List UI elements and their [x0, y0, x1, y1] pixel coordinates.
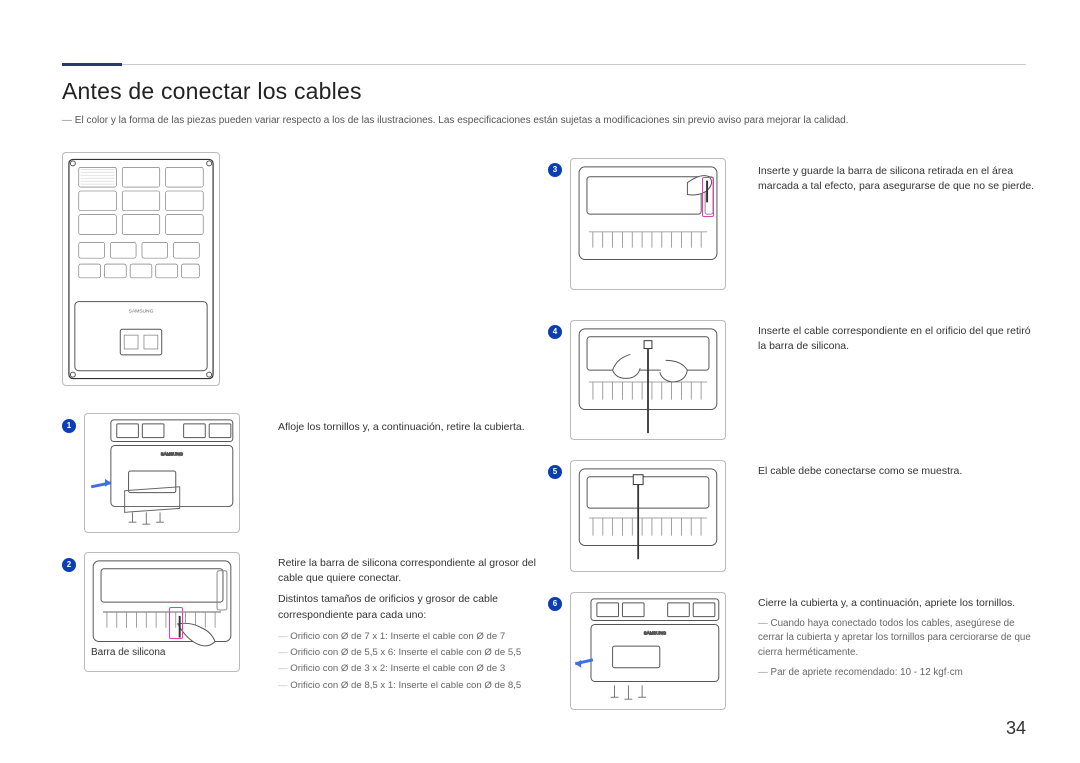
step-number-2: 2: [62, 558, 76, 572]
figure-step-4: [570, 320, 726, 440]
caption-silicon: Barra de silicona: [91, 647, 165, 658]
step-1-text: Afloje los tornillos y, a continuación, …: [278, 420, 534, 435]
step-6-note1: Cuando haya conectado todos los cables, …: [758, 617, 1036, 660]
step-number-1: 1: [62, 419, 76, 433]
step-2-l2: Orificio con Ø de 5,5 x 6: Inserte el ca…: [278, 645, 538, 661]
step-6-text: Cierre la cubierta y, a continuación, ap…: [758, 596, 1036, 680]
document-page: Antes de conectar los cables El color y …: [0, 0, 1080, 763]
figure-panel: SAMSUNG: [62, 152, 220, 386]
step-number-5: 5: [548, 465, 562, 479]
step-4-body: Inserte el cable correspondiente en el o…: [758, 324, 1036, 354]
top-note: El color y la forma de las piezas pueden…: [62, 113, 1026, 128]
step-6-body: Cierre la cubierta y, a continuación, ap…: [758, 596, 1036, 611]
figure-step-3: [570, 158, 726, 290]
step-2-p2: Distintos tamaños de orificios y grosor …: [278, 592, 538, 622]
step-2-p1: Retire la barra de silicona correspondie…: [278, 556, 538, 586]
step-2-l3: Orificio con Ø de 3 x 2: Inserte el cabl…: [278, 661, 538, 677]
step-1-body: Afloje los tornillos y, a continuación, …: [278, 420, 534, 435]
step-3-text: Inserte y guarde la barra de silicona re…: [758, 164, 1036, 194]
step-2-l4: Orificio con Ø de 8,5 x 1: Inserte el ca…: [278, 678, 538, 694]
step-2-l1: Orificio con Ø de 7 x 1: Inserte el cabl…: [278, 629, 538, 645]
step-4-text: Inserte el cable correspondiente en el o…: [758, 324, 1036, 354]
brand-text: SAMSUNG: [129, 308, 154, 314]
page-title: Antes de conectar los cables: [62, 78, 1026, 105]
step-5-body: El cable debe conectarse como se muestra…: [758, 464, 1036, 479]
svg-text:SAMSUNG: SAMSUNG: [161, 451, 184, 456]
step-6-note2: Par de apriete recomendado: 10 - 12 kgf·…: [758, 666, 1036, 680]
svg-text:SAMSUNG: SAMSUNG: [644, 630, 667, 635]
figure-step-1: SAMSUNG: [84, 413, 240, 533]
step-2-sublist: Orificio con Ø de 7 x 1: Inserte el cabl…: [278, 629, 538, 694]
callout-storage-area: [702, 177, 714, 217]
callout-silicon-bar: [169, 607, 183, 639]
step-2-text: Retire la barra de silicona correspondie…: [278, 556, 538, 694]
step-number-3: 3: [548, 163, 562, 177]
step-5-text: El cable debe conectarse como se muestra…: [758, 464, 1036, 479]
step-3-body: Inserte y guarde la barra de silicona re…: [758, 164, 1036, 194]
figure-step-6: SAMSUNG: [570, 592, 726, 710]
content-area: SAMSUNG 1 SAMSUNG: [62, 152, 1026, 733]
figure-step-5: [570, 460, 726, 572]
divider-strong: [62, 63, 122, 66]
step-number-6: 6: [548, 597, 562, 611]
step-number-4: 4: [548, 325, 562, 339]
divider-top: [62, 64, 1026, 65]
page-number: 34: [1006, 718, 1026, 739]
